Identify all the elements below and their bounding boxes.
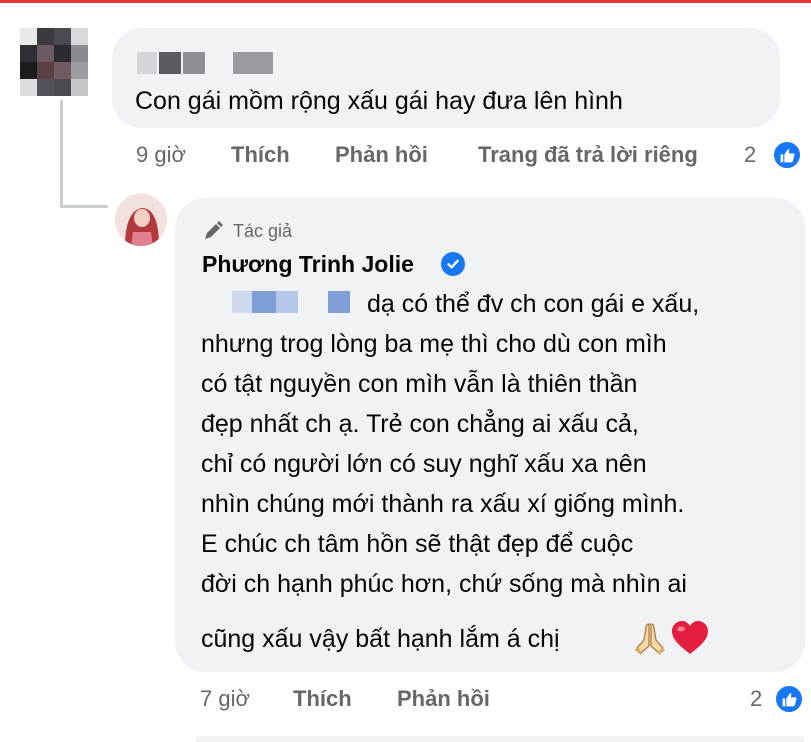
top-divider <box>0 0 811 3</box>
commenter-avatar-blurred[interactable] <box>20 28 90 98</box>
red-heart-emoji <box>672 621 708 654</box>
praying-hands-emoji <box>635 623 665 655</box>
like-reaction-icon[interactable] <box>774 684 804 714</box>
comment-like-button[interactable]: Thích <box>231 141 290 169</box>
commenter-name-blurred[interactable] <box>137 52 273 74</box>
reply-reply-button[interactable]: Phản hồi <box>397 685 490 713</box>
reply-text-line: nhìn chúng mới thành ra xấu xí giống mìn… <box>201 490 685 518</box>
reply-reaction-count[interactable]: 2 <box>750 685 762 713</box>
reply-text-line: đời ch hạnh phúc hơn, chứ sống mà nhìn a… <box>201 570 687 598</box>
reply-like-button[interactable]: Thích <box>293 685 352 713</box>
thread-branch <box>60 205 108 208</box>
reply-time[interactable]: 7 giờ <box>200 685 250 713</box>
mention-tag-blurred[interactable] <box>232 291 352 313</box>
reply-text-line: E chúc ch tâm hồn sẽ thật đẹp để cuộc <box>201 530 634 558</box>
reply-text-line: chỉ có người lớn có suy nghĩ xấu xa nên <box>201 450 647 478</box>
verified-badge-icon <box>441 252 465 276</box>
reply-text-line: có tật nguyền con mìh vẫn là thiên thần <box>201 370 638 398</box>
thread-line <box>60 100 63 208</box>
author-name[interactable]: Phương Trinh Jolie <box>202 250 414 278</box>
page-replied-privately[interactable]: Trang đã trả lời riêng <box>478 141 698 169</box>
comment-reaction-count[interactable]: 2 <box>744 141 756 169</box>
comment-time[interactable]: 9 giờ <box>136 141 186 169</box>
author-avatar[interactable] <box>115 194 167 246</box>
next-comment-edge <box>195 736 805 742</box>
reply-text-line: nhưng trog lòng ba mẹ thì cho dù con mìh <box>201 330 667 358</box>
author-badge-label: Tác giả <box>233 221 293 241</box>
comment-text: Con gái mồm rộng xấu gái hay đưa lên hìn… <box>135 87 623 115</box>
reply-text-line: dạ có thể đv ch con gái e xấu, <box>367 290 700 318</box>
reply-text-line: đẹp nhất ch ạ. Trẻ con chẳng ai xấu cả, <box>201 410 639 438</box>
like-reaction-icon[interactable] <box>772 140 802 170</box>
reply-text-line: cũng xấu vậy bất hạnh lắm á chị <box>201 625 560 653</box>
comment-reply-button[interactable]: Phản hồi <box>335 141 428 169</box>
pen-icon <box>205 221 223 239</box>
